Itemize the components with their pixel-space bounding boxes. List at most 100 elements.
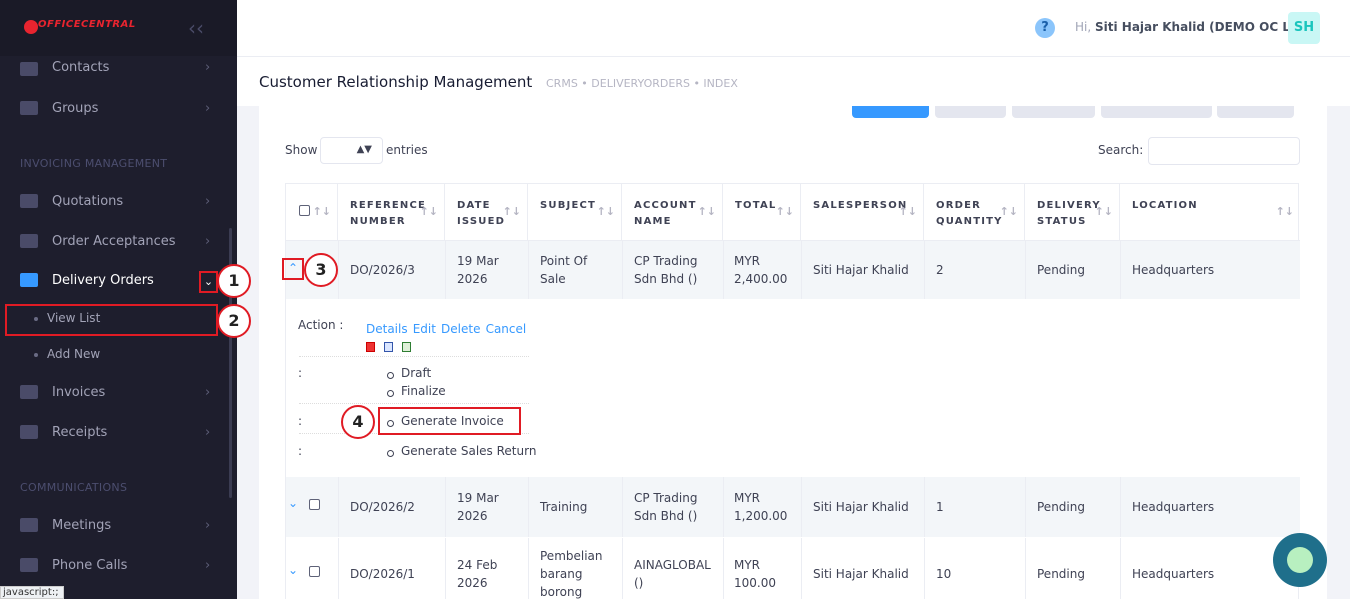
- subheader: Customer Relationship Management CRMS • …: [237, 56, 1350, 106]
- bullet-icon: [34, 353, 38, 357]
- help-icon[interactable]: ?: [1035, 18, 1055, 38]
- sidebar-item-order-acceptances[interactable]: Order Acceptances ›: [0, 221, 228, 261]
- word-icon[interactable]: [384, 342, 394, 352]
- divider: [1120, 477, 1121, 537]
- sort-icon[interactable]: ↑↓: [420, 204, 438, 220]
- divider: [1025, 241, 1026, 299]
- divider: [338, 241, 339, 299]
- column-header-salesperson[interactable]: SALESPERSON ↑↓: [801, 184, 924, 240]
- action-links: Details Edit Delete Cancel: [366, 318, 526, 337]
- divider: [1025, 538, 1026, 599]
- cell-status: Pending: [1037, 263, 1085, 277]
- section-invoicing-management: INVOICING MANAGEMENT: [20, 157, 168, 170]
- cell-status: Pending: [1037, 567, 1085, 581]
- table-row[interactable]: ⌄ DO/2026/2 19 Mar 2026 Training CP Trad…: [286, 477, 1300, 537]
- chevron-up-icon[interactable]: ⌃: [282, 258, 304, 280]
- highlight-view-list: [5, 304, 218, 336]
- sidebar-item-phone-calls[interactable]: Phone Calls ›: [0, 545, 228, 585]
- divider: [622, 241, 623, 299]
- column-header-total[interactable]: TOTAL ↑↓: [723, 184, 801, 240]
- cancel-link[interactable]: Cancel: [486, 322, 527, 336]
- edit-link[interactable]: Edit: [413, 322, 436, 336]
- invoices-icon: [20, 385, 38, 399]
- table-row[interactable]: ⌄ DO/2026/1 24 Feb 2026 Pembelian barang…: [286, 538, 1300, 599]
- column-header-order-quantity[interactable]: ORDER QUANTITY ↑↓: [924, 184, 1025, 240]
- cell-date: 19 Mar 2026: [457, 491, 499, 523]
- pdf-icon[interactable]: [366, 342, 375, 352]
- logo-text: OFFICECENTRAL: [38, 19, 136, 30]
- divider: [723, 538, 724, 599]
- sidebar-item-contacts[interactable]: Contacts ›: [0, 50, 228, 84]
- breadcrumb[interactable]: CRMS • DELIVERYORDERS • INDEX: [546, 77, 738, 90]
- toolbar-button[interactable]: [1217, 106, 1294, 118]
- sidebar-item-delivery-orders[interactable]: Delivery Orders: [0, 260, 228, 300]
- toolbar-button[interactable]: [935, 106, 1006, 118]
- sort-icon[interactable]: ↑↓: [1095, 204, 1113, 220]
- cell-status: Pending: [1037, 500, 1085, 514]
- chevron-right-icon: ›: [205, 424, 211, 440]
- search-input[interactable]: [1148, 137, 1300, 165]
- column-header-account-name[interactable]: ACCOUNT NAME ↑↓: [622, 184, 723, 240]
- page-length-select[interactable]: ▲▼: [320, 137, 383, 164]
- divider: [801, 241, 802, 299]
- details-link[interactable]: Details: [366, 322, 408, 336]
- chevron-right-icon: ›: [205, 517, 211, 533]
- sidebar: OFFICECENTRAL ‹‹ Contacts › Groups › INV…: [0, 0, 237, 599]
- sort-icon[interactable]: ↑↓: [1000, 204, 1018, 220]
- chevron-down-icon[interactable]: ⌄: [288, 563, 298, 577]
- contacts-icon: [20, 62, 38, 76]
- sidebar-item-invoices[interactable]: Invoices ›: [0, 372, 228, 412]
- double-chevron-left-icon[interactable]: ‹‹: [188, 16, 204, 40]
- cell-quantity: 1: [936, 500, 944, 514]
- table-row[interactable]: ⌃ DO/2026/3 19 Mar 2026 Point Of Sale CP…: [282, 241, 1300, 299]
- column-header-date-issued[interactable]: DATE ISSUED ↑↓: [445, 184, 528, 240]
- row-details-panel: Action : Details Edit Delete Cancel : Dr…: [286, 299, 1300, 477]
- sort-icon[interactable]: ↑↓: [698, 204, 716, 220]
- column-header-location[interactable]: LOCATION ↑↓: [1120, 184, 1300, 240]
- sort-icon[interactable]: ↑↓: [899, 204, 917, 220]
- toolbar-button-primary[interactable]: [852, 106, 929, 118]
- sort-icon[interactable]: ↑↓: [313, 204, 331, 220]
- divider: [445, 241, 446, 299]
- chat-bubble-icon[interactable]: [1273, 533, 1327, 587]
- column-header-reference-number[interactable]: REFERENCE NUMBER ↑↓: [338, 184, 445, 240]
- sidebar-item-groups[interactable]: Groups ›: [0, 88, 228, 128]
- chevron-down-icon[interactable]: ⌄: [288, 496, 298, 510]
- column-header-delivery-status[interactable]: DELIVERY STATUS ↑↓: [1025, 184, 1120, 240]
- receipts-icon: [20, 425, 38, 439]
- generate-sales-return-link[interactable]: Generate Sales Return: [386, 444, 536, 458]
- sort-icon[interactable]: ↑↓: [776, 204, 794, 220]
- top-header: ? Hi, Siti Hajar Khalid (DEMO OC LITE) S…: [237, 0, 1350, 56]
- export-icons: [366, 337, 415, 352]
- finalize-link[interactable]: Finalize: [387, 384, 446, 398]
- sort-icon[interactable]: ↑↓: [1276, 204, 1294, 220]
- sidebar-item-quotations[interactable]: Quotations ›: [0, 181, 228, 221]
- divider: [801, 538, 802, 599]
- sort-icon[interactable]: ↑↓: [597, 204, 615, 220]
- status-draft: Draft: [386, 366, 432, 380]
- avatar[interactable]: SH: [1288, 12, 1320, 44]
- delete-link[interactable]: Delete: [441, 322, 480, 336]
- sort-icon[interactable]: ↑↓: [503, 204, 521, 220]
- divider: [299, 356, 529, 357]
- user-greeting[interactable]: Hi, Siti Hajar Khalid (DEMO OC LITE): [1075, 20, 1316, 34]
- divider: [445, 538, 446, 599]
- toolbar-button[interactable]: [1012, 106, 1095, 118]
- column-header-subject[interactable]: SUBJECT ↑↓: [528, 184, 622, 240]
- delivery-orders-table: ↑↓ REFERENCE NUMBER ↑↓ DATE ISSUED ↑↓ SUBJ…: [282, 183, 1300, 599]
- excel-icon[interactable]: [402, 342, 412, 352]
- select-all-checkbox[interactable]: [299, 205, 310, 216]
- cell-reference: DO/2026/1: [350, 567, 415, 581]
- sidebar-item-receipts[interactable]: Receipts ›: [0, 412, 228, 452]
- show-label: Show: [285, 143, 318, 157]
- chevron-down-icon[interactable]: ⌄: [199, 271, 218, 293]
- cell-account: CP Trading Sdn Bhd (): [634, 491, 698, 523]
- chevron-right-icon: ›: [205, 557, 211, 573]
- sidebar-item-meetings[interactable]: Meetings ›: [0, 505, 228, 545]
- row-checkbox[interactable]: [309, 566, 320, 577]
- toolbar-button[interactable]: [1101, 106, 1212, 118]
- row-checkbox[interactable]: [309, 499, 320, 510]
- sidebar-subitem-add-new[interactable]: Add New: [0, 338, 228, 372]
- quotations-icon: [20, 194, 38, 208]
- cell-location: Headquarters: [1132, 567, 1215, 581]
